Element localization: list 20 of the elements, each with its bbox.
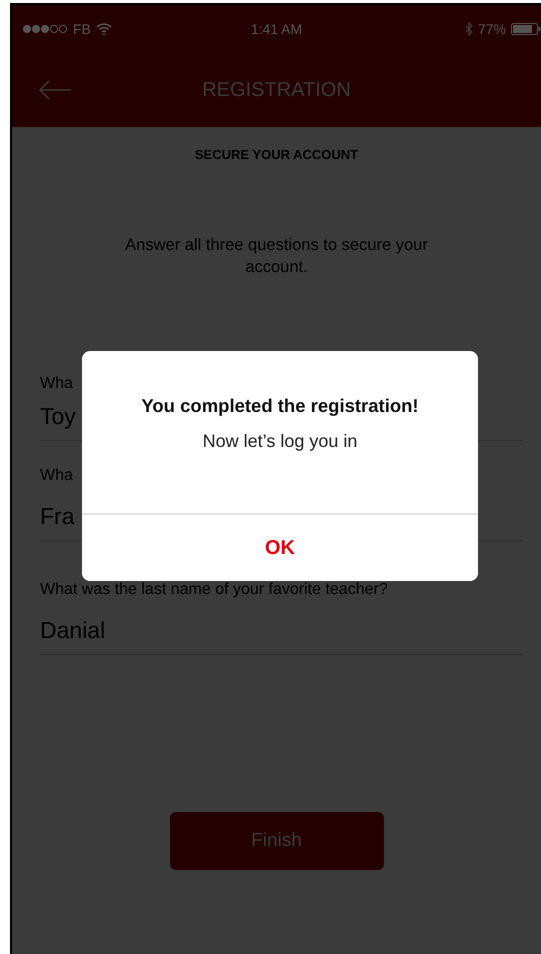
question-label: Wha [40,374,73,393]
screen-title: REGISTRATION [202,78,351,102]
instructions-text: Answer all three questions to secure your account. [124,235,429,278]
question-label: Wha [40,466,73,485]
answer-field[interactable]: Fra [40,502,74,530]
battery-icon [511,23,541,35]
status-time: 1:41 AM [250,21,302,37]
answer-field[interactable]: Danial [40,616,106,644]
finish-button[interactable]: Finish [170,812,384,870]
signal-icon [22,24,68,34]
bluetooth-icon [464,22,473,36]
question-label: What was the last name of your favorite teacher? [40,580,388,599]
back-arrow-icon [38,79,72,101]
answer-field[interactable]: Toy [40,402,76,430]
battery-percent: 77% [478,21,506,37]
carrier-name: FB [73,21,91,37]
wifi-icon [96,23,112,35]
dialog-message: Now let’s log you in [202,431,358,452]
dialog-title: You completed the registration! [141,395,419,417]
section-title: SECURE YOUR ACCOUNT [194,147,358,162]
